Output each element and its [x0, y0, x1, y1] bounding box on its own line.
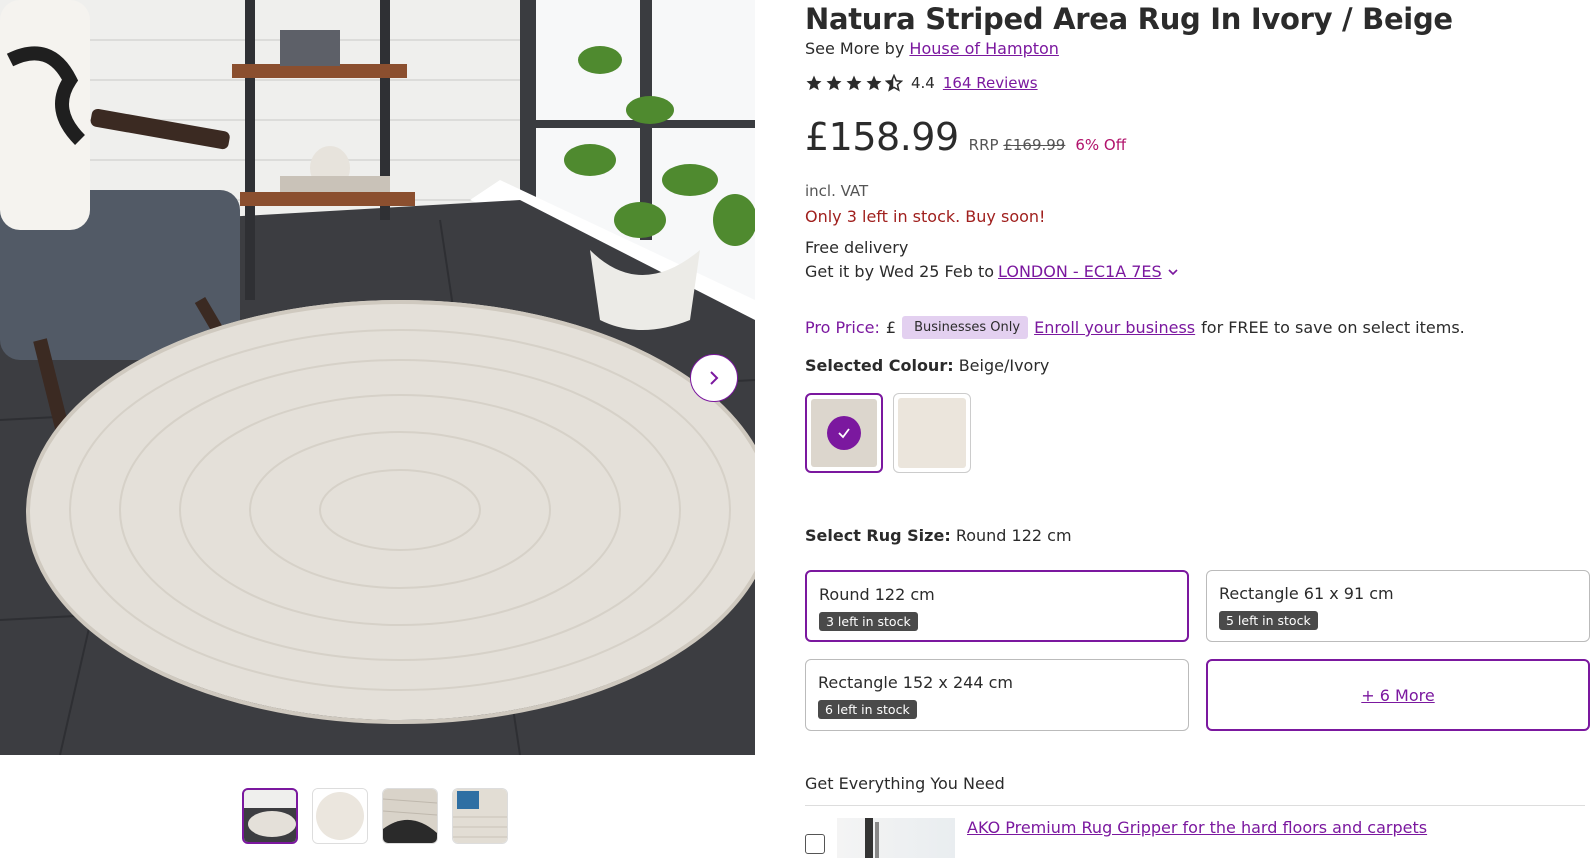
delivery-date-row: Get it by Wed 25 Feb to LONDON - EC1A 7E…: [805, 262, 1180, 281]
size-option-name: Rectangle 152 x 244 cm: [818, 673, 1013, 692]
get-everything-heading: Get Everything You Need: [805, 774, 1585, 806]
rrp: RRP £169.99: [969, 136, 1066, 154]
enroll-business-link[interactable]: Enroll your business: [1034, 318, 1195, 337]
rating-row: 4.4 164 Reviews: [805, 74, 1038, 92]
chevron-down-icon[interactable]: [1166, 265, 1180, 279]
pro-price-row: Pro Price: £ Businesses Only Enroll your…: [805, 316, 1465, 339]
star-icon: [806, 75, 822, 91]
stock-badge: 3 left in stock: [819, 612, 918, 631]
size-options: Round 122 cm 3 left in stock Rectangle 6…: [805, 570, 1590, 731]
free-delivery: Free delivery: [805, 238, 909, 257]
selected-size: Select Rug Size: Round 122 cm: [805, 526, 1072, 545]
star-half-icon: [885, 74, 903, 92]
addon-item: AKO Premium Rug Gripper for the hard flo…: [805, 818, 1427, 858]
stock-badge: 5 left in stock: [1219, 611, 1318, 630]
star-icon: [866, 75, 882, 91]
more-sizes-button[interactable]: + 6 More: [1206, 659, 1590, 731]
price: £158.99: [805, 115, 959, 159]
chevron-right-icon: [710, 371, 719, 385]
rating-value: 4.4: [911, 74, 935, 92]
selected-colour: Selected Colour: Beige/Ivory: [805, 356, 1049, 375]
size-option-name: Rectangle 61 x 91 cm: [1219, 584, 1394, 603]
vat-note: incl. VAT: [805, 182, 869, 200]
size-option-rect-61x91[interactable]: Rectangle 61 x 91 cm 5 left in stock: [1206, 570, 1590, 642]
size-option-rect-152x244[interactable]: Rectangle 152 x 244 cm 6 left in stock: [805, 659, 1189, 731]
see-more-prefix: See More by: [805, 39, 905, 58]
main-product-image[interactable]: [0, 0, 755, 755]
stock-warning: Only 3 left in stock. Buy soon!: [805, 207, 1046, 226]
more-sizes-label: + 6 More: [1361, 685, 1435, 705]
thumbnail-4[interactable]: [452, 788, 508, 844]
addon-link[interactable]: AKO Premium Rug Gripper for the hard flo…: [967, 818, 1427, 837]
star-icon: [846, 75, 862, 91]
price-row: £158.99 RRP £169.99 6% Off: [805, 115, 1126, 159]
rrp-value: £169.99: [1003, 136, 1066, 154]
colour-swatches: [805, 393, 971, 473]
see-more-by: See More by House of Hampton: [805, 39, 1059, 58]
star-rating: [805, 74, 903, 92]
thumbnail-3[interactable]: [382, 788, 438, 844]
selected-size-label: Select Rug Size:: [805, 526, 951, 545]
pro-suffix: for FREE to save on select items.: [1201, 318, 1465, 337]
stock-badge: 6 left in stock: [818, 700, 917, 719]
colour-swatch-ivory[interactable]: [893, 393, 971, 473]
rug-room-illustration: [0, 0, 755, 755]
brand-link[interactable]: House of Hampton: [909, 39, 1059, 58]
star-icon: [826, 75, 842, 91]
next-image-button[interactable]: [690, 354, 738, 402]
addon-image[interactable]: [837, 818, 955, 858]
selected-colour-value: Beige/Ivory: [958, 356, 1050, 375]
delivery-date: Get it by Wed 25 Feb to: [805, 262, 995, 281]
selected-colour-label: Selected Colour:: [805, 356, 954, 375]
rrp-label: RRP: [968, 136, 999, 154]
thumbnail-1[interactable]: [242, 788, 298, 844]
colour-swatch-beige-ivory[interactable]: [805, 393, 883, 473]
addon-checkbox[interactable]: [805, 834, 825, 854]
pro-price-label: Pro Price:: [805, 318, 880, 337]
product-title: Natura Striped Area Rug In Ivory / Beige: [805, 2, 1453, 36]
delivery-location-link[interactable]: LONDON - EC1A 7ES: [998, 262, 1162, 281]
pro-currency: £: [885, 318, 897, 337]
selected-size-value: Round 122 cm: [955, 526, 1072, 545]
size-option-round-122[interactable]: Round 122 cm 3 left in stock: [805, 570, 1189, 642]
reviews-link[interactable]: 164 Reviews: [943, 74, 1038, 92]
discount-label: 6% Off: [1075, 136, 1127, 154]
businesses-only-badge: Businesses Only: [902, 316, 1029, 339]
thumbnail-strip: [242, 788, 508, 844]
check-icon: [827, 416, 861, 450]
size-option-name: Round 122 cm: [819, 585, 935, 604]
thumbnail-2[interactable]: [312, 788, 368, 844]
